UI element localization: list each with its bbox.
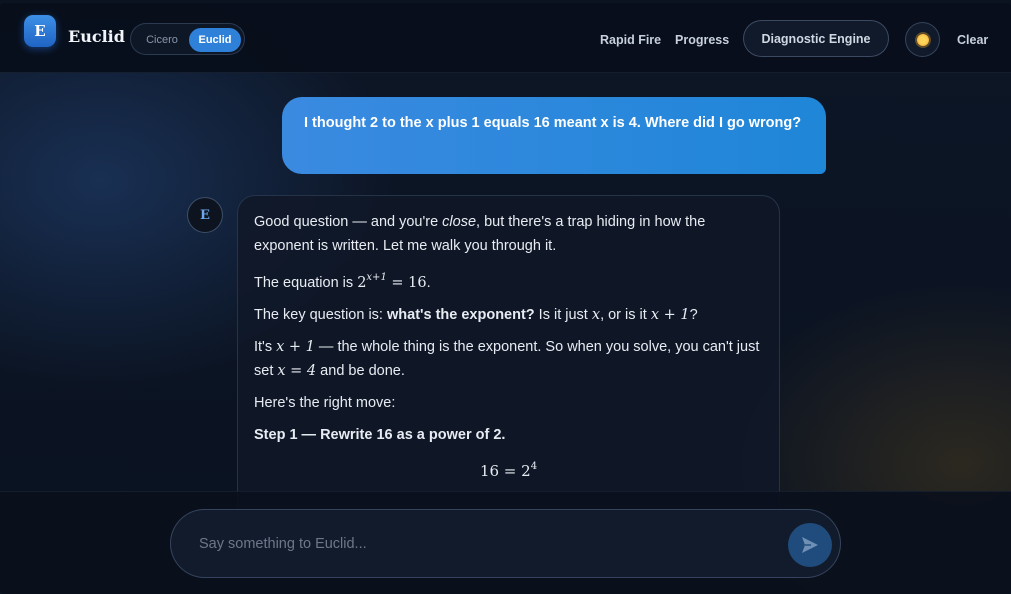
message-input[interactable] <box>199 532 759 556</box>
send-icon <box>802 537 818 553</box>
clear-button[interactable]: Clear <box>957 33 988 47</box>
step-heading: Step 1 — Rewrite 16 as a power of 2. <box>254 427 506 443</box>
assistant-paragraph: The equation is 2x+1 = 16. <box>254 272 431 291</box>
mode-toggle: Cicero Euclid <box>130 23 245 55</box>
nav-progress[interactable]: Progress <box>675 33 729 47</box>
top-bar: E Euclid Cicero Euclid Rapid Fire Progre… <box>0 3 1011 73</box>
assistant-paragraph: It's x + 1 — the whole thing is the expo… <box>254 339 760 379</box>
diagnostic-engine-button[interactable]: Diagnostic Engine <box>743 20 889 57</box>
sun-icon <box>916 33 929 46</box>
app-window: E Euclid Cicero Euclid Rapid Fire Progre… <box>0 3 1011 594</box>
assistant-avatar: E <box>187 197 223 233</box>
user-message: I thought 2 to the x plus 1 equals 16 me… <box>282 97 826 174</box>
brand-name: Euclid <box>68 27 125 46</box>
assistant-message: Good question — and you're close, but th… <box>237 195 780 515</box>
nav-rapid-fire[interactable]: Rapid Fire <box>600 33 661 47</box>
send-button[interactable] <box>788 523 832 567</box>
theme-toggle-button[interactable] <box>905 22 940 57</box>
assistant-paragraph: Here's the right move: <box>254 395 396 411</box>
equation-display: 16 = 24 <box>479 461 538 480</box>
mode-cicero[interactable]: Cicero <box>137 28 187 52</box>
assistant-paragraph: The key question is: what's the exponent… <box>254 307 698 323</box>
assistant-paragraph: Good question — and you're close, but th… <box>254 214 706 254</box>
logo-badge: E <box>24 15 56 47</box>
mode-euclid[interactable]: Euclid <box>189 28 241 52</box>
equation-inline: 2x+1 = 16 <box>357 272 427 291</box>
message-composer <box>170 509 841 578</box>
